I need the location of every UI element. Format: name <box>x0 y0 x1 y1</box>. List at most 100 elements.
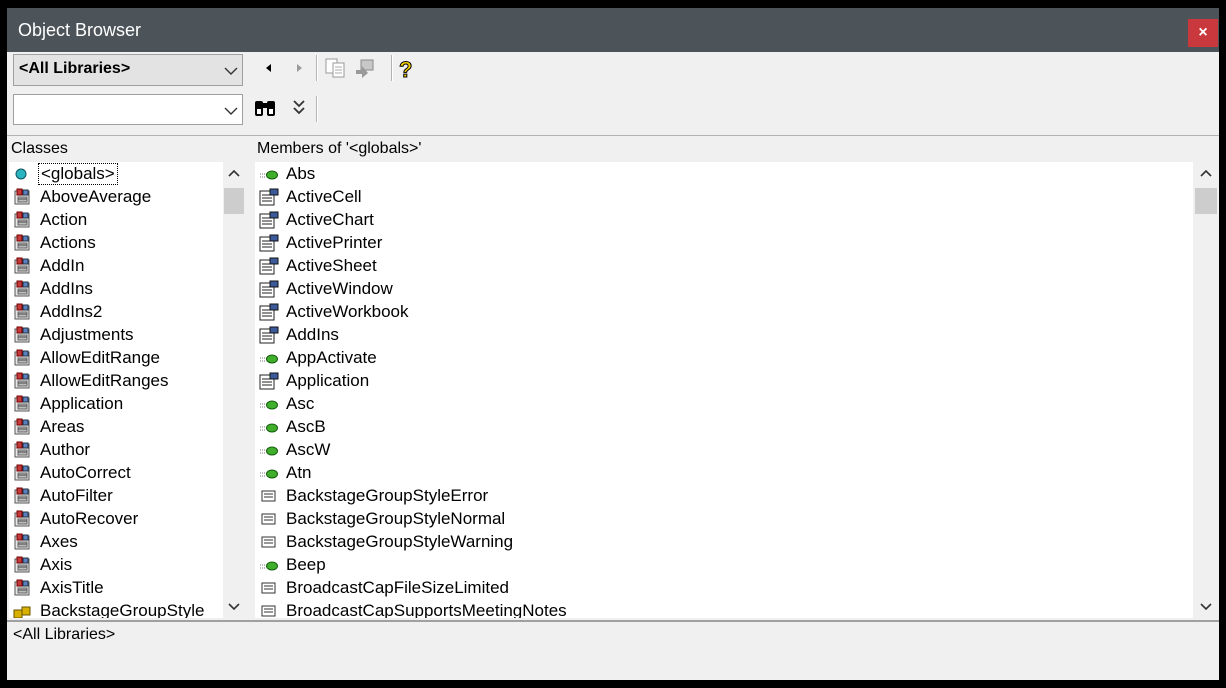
class-icon <box>13 418 33 436</box>
list-item-label: AscB <box>286 417 326 436</box>
list-item-label: AllowEditRange <box>40 348 161 367</box>
members-list[interactable]: Abs ActiveCell ActiveChart ActivePrinter Act… <box>255 162 1193 618</box>
member-list-item[interactable]: Beep <box>255 553 1193 576</box>
expand-icon[interactable] <box>287 96 311 120</box>
members-header: Members of '<globals>' <box>253 138 1219 160</box>
list-item-label: ActiveWindow <box>286 279 393 298</box>
member-list-item[interactable]: AppActivate <box>255 346 1193 369</box>
list-item-label: Beep <box>286 555 326 574</box>
toolbar-divider <box>7 135 1219 136</box>
globals-icon <box>13 165 33 183</box>
view-definition-icon[interactable] <box>354 56 378 80</box>
copy-icon[interactable] <box>324 56 348 80</box>
list-item-label: Application <box>286 371 370 390</box>
class-icon <box>13 556 33 574</box>
list-item-label: AboveAverage <box>40 187 152 206</box>
class-list-item[interactable]: Author <box>9 438 223 461</box>
member-list-item[interactable]: BroadcastCapSupportsMeetingNotes <box>255 599 1193 618</box>
member-list-item[interactable]: ActiveSheet <box>255 254 1193 277</box>
list-item-label: BackstageGroupStyleError <box>286 486 489 505</box>
help-icon[interactable]: ? <box>394 56 418 81</box>
property-icon <box>259 234 279 252</box>
method-icon <box>259 556 279 574</box>
member-list-item[interactable]: BackstageGroupStyleWarning <box>255 530 1193 553</box>
member-list-item[interactable]: ActiveWindow <box>255 277 1193 300</box>
members-scrollbar[interactable] <box>1194 162 1218 618</box>
member-list-item[interactable]: Application <box>255 369 1193 392</box>
library-dropdown[interactable]: <All Libraries> <box>13 54 243 86</box>
list-item-label: AutoFilter <box>40 486 113 505</box>
class-list-item[interactable]: AddIn <box>9 254 223 277</box>
member-list-item[interactable]: BackstageGroupStyleError <box>255 484 1193 507</box>
scroll-down-icon[interactable] <box>223 596 245 618</box>
class-list-item[interactable]: Action <box>9 208 223 231</box>
member-list-item[interactable]: ActiveCell <box>255 185 1193 208</box>
method-icon <box>259 441 279 459</box>
member-list-item[interactable]: BackstageGroupStyleNormal <box>255 507 1193 530</box>
scroll-thumb[interactable] <box>224 188 244 214</box>
scroll-thumb[interactable] <box>1195 188 1217 214</box>
title-bar[interactable]: Object Browser × <box>7 8 1219 52</box>
classes-scrollbar[interactable] <box>223 162 245 618</box>
member-list-item[interactable]: Asc <box>255 392 1193 415</box>
scroll-up-icon[interactable] <box>223 162 245 184</box>
class-list-item[interactable]: AxisTitle <box>9 576 223 599</box>
svg-text:?: ? <box>399 57 412 80</box>
class-list-item[interactable]: AutoFilter <box>9 484 223 507</box>
property-icon <box>259 280 279 298</box>
class-list-item[interactable]: AllowEditRange <box>9 346 223 369</box>
panel-splitter[interactable] <box>247 136 253 618</box>
method-icon <box>259 165 279 183</box>
class-list-item[interactable]: Axis <box>9 553 223 576</box>
classes-list[interactable]: <globals> AboveAverage Action Actions AddIn A… <box>9 162 223 618</box>
member-list-item[interactable]: ActiveWorkbook <box>255 300 1193 323</box>
member-list-item[interactable]: Atn <box>255 461 1193 484</box>
close-button[interactable]: × <box>1188 19 1218 47</box>
chevron-down-icon <box>224 67 238 75</box>
member-list-item[interactable]: Abs <box>255 162 1193 185</box>
member-list-item[interactable]: ActiveChart <box>255 208 1193 231</box>
class-icon <box>13 188 33 206</box>
class-list-item[interactable]: AllowEditRanges <box>9 369 223 392</box>
class-list-item[interactable]: AutoRecover <box>9 507 223 530</box>
member-list-item[interactable]: AscW <box>255 438 1193 461</box>
class-list-item[interactable]: Areas <box>9 415 223 438</box>
forward-icon[interactable] <box>287 56 311 80</box>
class-list-item[interactable]: Axes <box>9 530 223 553</box>
search-icon[interactable] <box>253 96 277 120</box>
class-list-item[interactable]: Adjustments <box>9 323 223 346</box>
class-list-item[interactable]: AddIns <box>9 277 223 300</box>
member-list-item[interactable]: AddIns <box>255 323 1193 346</box>
list-item-label: AddIns <box>40 279 93 298</box>
class-list-item[interactable]: BackstageGroupStyle <box>9 599 223 618</box>
list-item-label: AddIns2 <box>40 302 103 321</box>
class-list-item[interactable]: Actions <box>9 231 223 254</box>
list-item-label: AllowEditRanges <box>40 371 169 390</box>
back-icon[interactable] <box>257 56 281 80</box>
search-text-dropdown[interactable] <box>13 94 243 125</box>
class-icon <box>13 579 33 597</box>
scroll-up-icon[interactable] <box>1194 162 1218 184</box>
class-list-item[interactable]: AddIns2 <box>9 300 223 323</box>
list-item-label: ActiveChart <box>286 210 374 229</box>
class-list-item[interactable]: AutoCorrect <box>9 461 223 484</box>
class-icon <box>13 257 33 275</box>
list-item-label: BackstageGroupStyle <box>40 601 205 618</box>
list-item-label: AddIns <box>286 325 339 344</box>
constant-icon <box>259 533 279 551</box>
class-list-item[interactable]: AboveAverage <box>9 185 223 208</box>
list-item-label: Axis <box>40 555 73 574</box>
scroll-down-icon[interactable] <box>1194 596 1218 618</box>
object-browser-window: Object Browser × <All Libraries> ? Class… <box>7 8 1219 680</box>
list-item-label: AddIn <box>40 256 85 275</box>
class-list-item[interactable]: Application <box>9 392 223 415</box>
member-list-item[interactable]: BroadcastCapFileSizeLimited <box>255 576 1193 599</box>
member-list-item[interactable]: AscB <box>255 415 1193 438</box>
class-list-item[interactable]: <globals> <box>9 162 223 185</box>
property-icon <box>259 326 279 344</box>
list-item-label: Asc <box>286 394 315 413</box>
property-icon <box>259 372 279 390</box>
member-list-item[interactable]: ActivePrinter <box>255 231 1193 254</box>
class-icon <box>13 280 33 298</box>
constant-icon <box>259 487 279 505</box>
